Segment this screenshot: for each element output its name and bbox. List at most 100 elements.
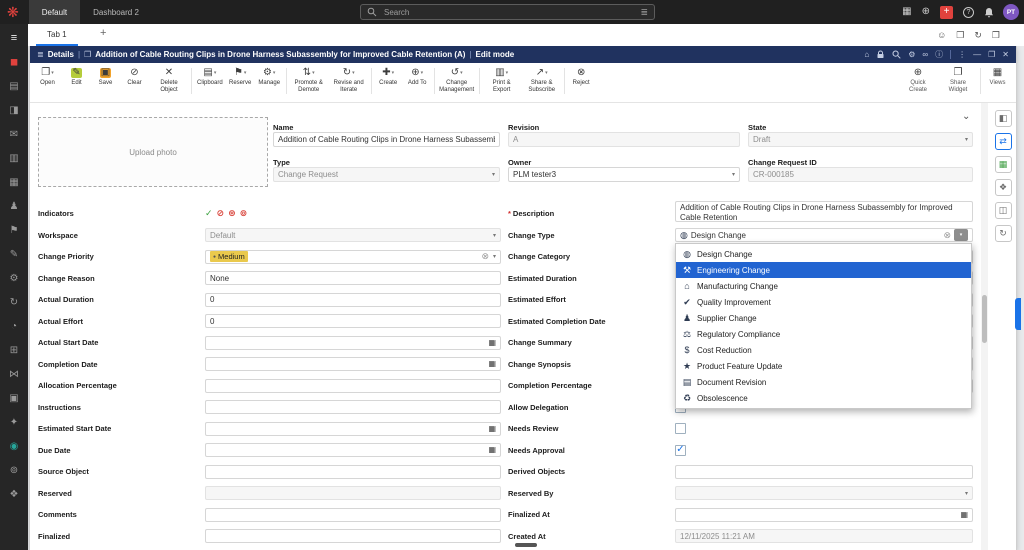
search-filter-icon[interactable]: ≣ bbox=[640, 7, 648, 18]
field-description[interactable]: Addition of Cable Routing Clips in Drone… bbox=[675, 201, 973, 222]
dropdown-option-regulatory-compliance[interactable]: ⚖Regulatory Compliance bbox=[676, 326, 971, 342]
checkbox-checked[interactable]: ✓ bbox=[675, 445, 686, 456]
field-change-reason[interactable]: None bbox=[205, 271, 501, 285]
toolbar-button-save[interactable]: ▣Save bbox=[91, 66, 120, 87]
sync-nav-icon[interactable]: ↻ bbox=[0, 290, 28, 314]
field-due-date[interactable]: ▦ bbox=[205, 443, 501, 457]
calendar-icon[interactable]: ▦ bbox=[488, 446, 496, 454]
calendar-icon[interactable]: ▦ bbox=[960, 511, 968, 519]
chevron-down-icon[interactable]: ▾ bbox=[493, 253, 496, 260]
toolbar-button-reject[interactable]: ⊗Reject bbox=[567, 66, 596, 87]
field-actual-effort[interactable]: 0 bbox=[205, 314, 501, 328]
info-icon[interactable]: ⓘ bbox=[935, 51, 943, 59]
field-source-object[interactable] bbox=[205, 465, 501, 479]
reports-nav-icon[interactable]: ◔ bbox=[0, 314, 28, 338]
user-avatar[interactable]: PT bbox=[1003, 4, 1019, 20]
toolbar-button-add-to[interactable]: ⊕▾Add To bbox=[403, 66, 432, 87]
toolbar-button-share-subscribe[interactable]: ↗▾Share & Subscribe bbox=[522, 66, 562, 94]
vertical-scrollbar[interactable] bbox=[981, 103, 988, 550]
checkbox-unchecked[interactable] bbox=[675, 423, 686, 434]
field-allocation-percentage[interactable] bbox=[205, 379, 501, 393]
dashboard-tab-default[interactable]: Default bbox=[29, 0, 80, 24]
toolbar-button-revise-and-iterate[interactable]: ↻▾Revise and Iterate bbox=[329, 66, 369, 94]
compare-panel-icon[interactable]: ⇄ bbox=[995, 133, 1012, 150]
home-icon[interactable]: ⌂ bbox=[864, 51, 869, 59]
dropdown-option-quality-improvement[interactable]: ✔Quality Improvement bbox=[676, 294, 971, 310]
kanban-nav-icon[interactable]: ▣ bbox=[0, 386, 28, 410]
dropdown-option-supplier-change[interactable]: ♟Supplier Change bbox=[676, 310, 971, 326]
toolbar-button-create[interactable]: ✚▾Create bbox=[374, 66, 403, 87]
field-derived-objects[interactable] bbox=[675, 465, 973, 479]
settings-nav-icon[interactable]: ⚙ bbox=[0, 266, 28, 290]
apps-nav-icon[interactable]: ⊞ bbox=[0, 338, 28, 362]
split-view-nav-icon[interactable]: ◨ bbox=[0, 98, 28, 122]
lock-icon[interactable] bbox=[876, 50, 885, 59]
dropdown-toggle-button[interactable]: ▾ bbox=[954, 229, 968, 241]
rows-nav-icon[interactable]: ▥ bbox=[0, 146, 28, 170]
panel-handle[interactable] bbox=[1015, 298, 1021, 330]
field-actual-duration[interactable]: 0 bbox=[205, 293, 501, 307]
package-icon[interactable]: ❒ bbox=[956, 31, 964, 40]
dropdown-option-product-feature-update[interactable]: ★Product Feature Update bbox=[676, 358, 971, 374]
list-nav-icon[interactable]: ▤ bbox=[0, 74, 28, 98]
minimize-icon[interactable]: — bbox=[973, 51, 981, 59]
app-logo-icon[interactable]: ❋ bbox=[7, 5, 19, 19]
global-search[interactable]: ≣ bbox=[360, 4, 655, 20]
horizontal-scrollbar-thumb[interactable] bbox=[515, 543, 537, 547]
help-icon[interactable]: ? bbox=[963, 7, 974, 18]
toolbar-button-change-management[interactable]: ↺▾Change Management bbox=[437, 66, 477, 94]
menu-icon[interactable]: ≡ bbox=[0, 26, 28, 50]
flag-nav-icon[interactable]: ⚑ bbox=[0, 218, 28, 242]
field-comments[interactable] bbox=[205, 508, 501, 522]
toolbar-button-quick-create[interactable]: ⊕Quick Create bbox=[898, 66, 938, 94]
chevron-down-icon[interactable]: ▾ bbox=[493, 232, 496, 239]
more-options-icon[interactable]: ⋮ bbox=[958, 51, 966, 59]
field-estimated-start-date[interactable]: ▦ bbox=[205, 422, 501, 436]
field-created-at[interactable]: 12/11/2025 11:21 AM bbox=[675, 529, 973, 543]
products-app-icon[interactable]: ◼ bbox=[0, 50, 28, 74]
dropdown-option-engineering-change[interactable]: ⚒Engineering Change bbox=[676, 262, 971, 278]
widgets-panel-icon[interactable]: ❖ bbox=[995, 179, 1012, 196]
close-icon[interactable]: ✕ bbox=[1002, 51, 1009, 59]
field-finalized-at[interactable]: ▦ bbox=[675, 508, 973, 522]
info-panel-icon[interactable]: ◧ bbox=[995, 110, 1012, 127]
tab-1[interactable]: Tab 1 bbox=[36, 24, 78, 46]
toolbar-button-reserve[interactable]: ⚑▾Reserve bbox=[226, 66, 255, 87]
field-finalized[interactable] bbox=[205, 529, 501, 543]
layout-panel-icon[interactable]: ◫ bbox=[995, 202, 1012, 219]
integrations-nav-icon[interactable]: ◉ bbox=[0, 434, 28, 458]
structure-panel-icon[interactable]: ▦ bbox=[995, 156, 1012, 173]
target-nav-icon[interactable]: ⊚ bbox=[0, 458, 28, 482]
grid-nav-icon[interactable]: ▦ bbox=[0, 170, 28, 194]
toolbar-button-open[interactable]: ❐▾Open bbox=[33, 66, 62, 87]
field-completion-date[interactable]: ▦ bbox=[205, 357, 501, 371]
field-actual-start-date[interactable]: ▦ bbox=[205, 336, 501, 350]
field-change-priority[interactable]: ●Medium⊗▾ bbox=[205, 250, 501, 264]
modules-nav-icon[interactable]: ❖ bbox=[0, 482, 28, 506]
settings-gear-icon[interactable]: ⚙ bbox=[908, 51, 915, 59]
notifications-bell-icon[interactable] bbox=[984, 7, 994, 18]
clear-icon[interactable]: ⊗ bbox=[481, 252, 489, 261]
users-nav-icon[interactable]: ♟ bbox=[0, 194, 28, 218]
toolbar-button-print-export[interactable]: ▥▾Print & Export bbox=[482, 66, 522, 94]
find-icon[interactable] bbox=[892, 50, 901, 59]
apps-grid-icon[interactable]: ▦ bbox=[902, 7, 911, 17]
add-workspace-icon[interactable]: ⊕ bbox=[922, 7, 930, 17]
chevron-down-icon[interactable]: ▾ bbox=[965, 490, 968, 497]
field-reserved[interactable] bbox=[205, 486, 501, 500]
link-icon[interactable]: ∞ bbox=[922, 51, 928, 59]
refresh-icon[interactable]: ↻ bbox=[974, 31, 982, 40]
search-input[interactable] bbox=[382, 7, 635, 18]
toolbar-button-manage[interactable]: ⚙▾Manage bbox=[255, 66, 284, 87]
edit-nav-icon[interactable]: ✎ bbox=[0, 242, 28, 266]
field-reserved-by[interactable]: ▾ bbox=[675, 486, 973, 500]
calendar-icon[interactable]: ▦ bbox=[488, 339, 496, 347]
restore-icon[interactable]: ❐ bbox=[988, 51, 995, 59]
field-change-type[interactable]: ◍Design Change⊗▾ bbox=[675, 228, 973, 242]
field-instructions[interactable] bbox=[205, 400, 501, 414]
quick-add-button[interactable]: + bbox=[940, 6, 953, 19]
history-panel-icon[interactable]: ↻ bbox=[995, 225, 1012, 242]
field-workspace[interactable]: Default▾ bbox=[205, 228, 501, 242]
toolbar-button-promote-demote[interactable]: ⇅▾Promote & Demote bbox=[289, 66, 329, 94]
workflow-nav-icon[interactable]: ⋈ bbox=[0, 362, 28, 386]
